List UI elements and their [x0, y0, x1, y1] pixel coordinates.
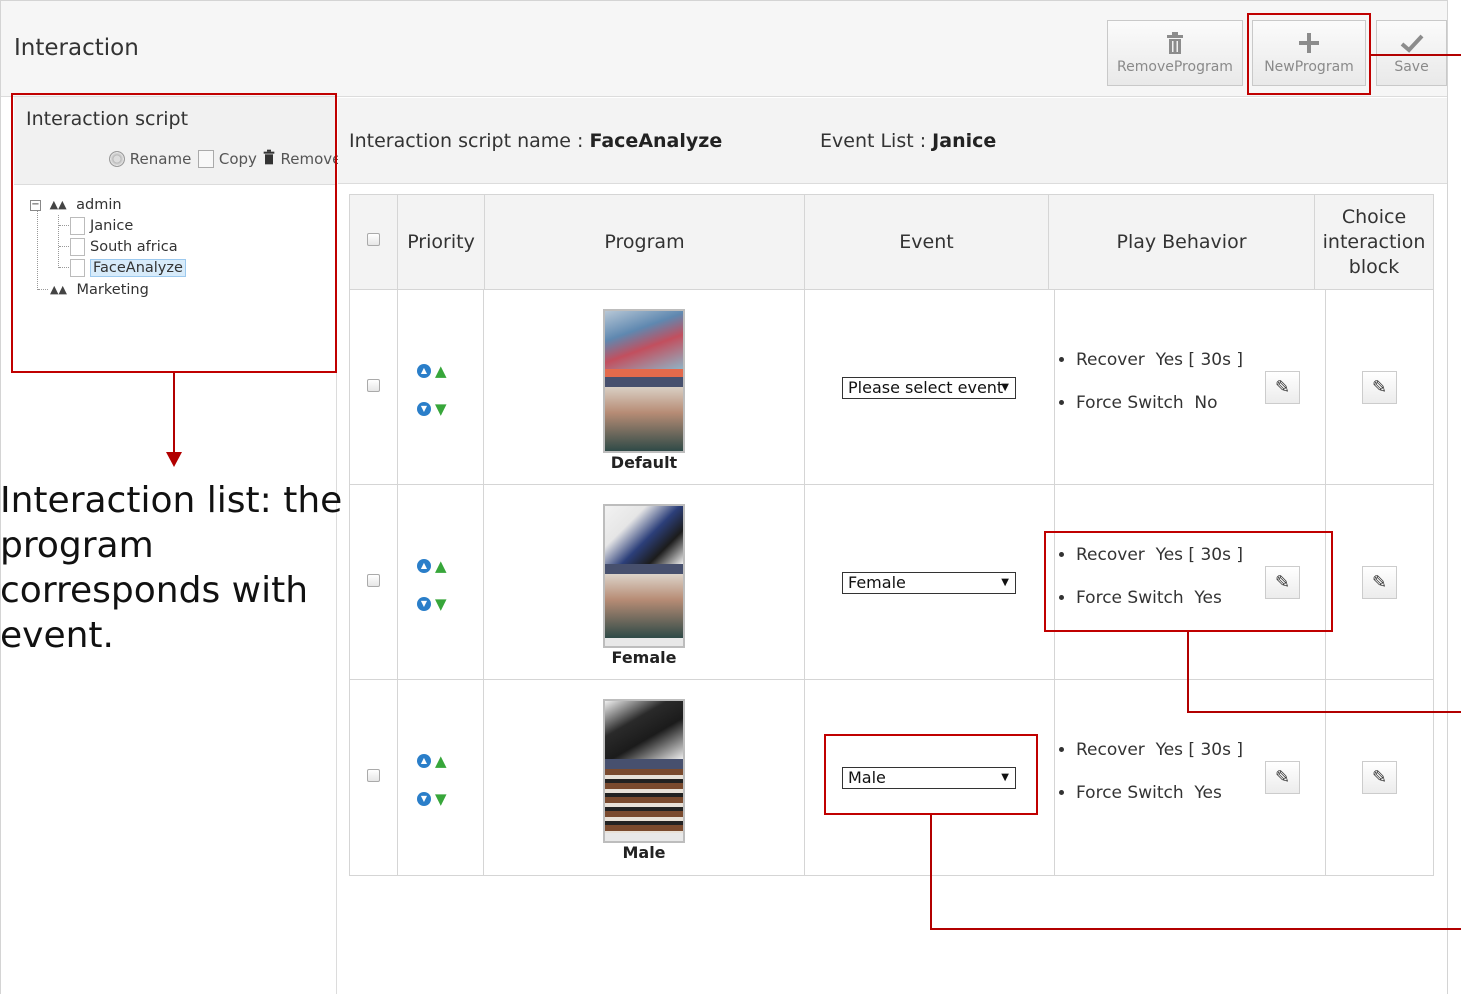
chevron-down-icon: ▼ — [1001, 382, 1009, 393]
force-switch-label: Force Switch — [1076, 393, 1184, 413]
row-checkbox[interactable] — [367, 379, 380, 392]
down-dot-icon: ▼ — [417, 401, 431, 416]
recover-item: Recover Yes [ 30s ] — [1076, 740, 1243, 783]
program-name: Default — [610, 453, 678, 472]
page-title: Interaction — [14, 35, 139, 61]
script-name-value: FaceAnalyze — [589, 130, 723, 152]
recover-value: Yes [ 30s ] — [1155, 350, 1243, 370]
annotation-box-event — [824, 734, 1038, 815]
force-switch-item: Force Switch Yes — [1076, 783, 1243, 826]
annotation-box-play-behavior — [1044, 531, 1333, 632]
annotation-connector — [930, 815, 932, 929]
arrow-down-icon: ▼ — [435, 399, 447, 418]
force-switch-item: Force Switch No — [1076, 393, 1243, 436]
program-thumbnail[interactable] — [603, 309, 685, 453]
recover-item: Recover Yes [ 30s ] — [1076, 350, 1243, 393]
move-up-button[interactable]: ▲ ▲ — [417, 360, 447, 380]
row-checkbox[interactable] — [367, 574, 380, 587]
recover-label: Recover — [1076, 740, 1145, 760]
remove-program-label: RemoveProgram — [1117, 59, 1233, 75]
script-info-bar: Interaction script name : FaceAnalyze Ev… — [338, 98, 1447, 184]
header-checkbox-cell — [350, 195, 398, 290]
thumbnail-banner — [605, 564, 683, 574]
annotation-arrow-icon — [166, 452, 182, 467]
annotation-text: Interaction list: the program correspond… — [0, 480, 343, 656]
row-checkbox[interactable] — [367, 769, 380, 782]
annotation-connector — [1371, 54, 1461, 56]
down-dot-icon: ▼ — [417, 596, 431, 611]
program-name: Female — [611, 648, 677, 667]
pencil-icon: ✎ — [1274, 377, 1291, 398]
program-thumbnail[interactable] — [603, 504, 685, 648]
pencil-icon: ✎ — [1274, 767, 1291, 788]
table-row: ▲▲ ▼▼ Default Please select event▼ Recov… — [350, 290, 1433, 485]
edit-choice-block-button[interactable]: ✎ — [1362, 761, 1397, 794]
play-behavior-list: Recover Yes [ 30s ] Force Switch No — [1060, 350, 1243, 436]
play-behavior-list: Recover Yes [ 30s ] Force Switch Yes — [1060, 740, 1243, 826]
edit-play-behavior-button[interactable]: ✎ — [1265, 761, 1300, 794]
edit-choice-block-button[interactable]: ✎ — [1362, 371, 1397, 404]
save-button[interactable]: Save — [1376, 20, 1447, 86]
annotation-connector — [1187, 711, 1461, 713]
remove-program-button[interactable]: RemoveProgram — [1107, 20, 1243, 86]
annotation-connector — [930, 928, 1461, 930]
pencil-icon: ✎ — [1371, 377, 1388, 398]
recover-label: Recover — [1076, 350, 1145, 370]
move-up-button[interactable]: ▲ ▲ — [417, 750, 447, 770]
annotation-connector — [1187, 632, 1189, 712]
move-down-button[interactable]: ▼ ▼ — [417, 398, 447, 418]
event-list-info: Event List : Janice — [820, 130, 996, 152]
arrow-up-icon: ▲ — [435, 751, 447, 770]
chevron-down-icon: ▼ — [1001, 577, 1009, 588]
arrow-up-icon: ▲ — [435, 361, 447, 380]
event-select-value: Please select event — [848, 378, 1004, 397]
recover-value: Yes [ 30s ] — [1155, 740, 1243, 760]
program-name: Male — [622, 843, 666, 862]
force-switch-label: Force Switch — [1076, 783, 1184, 803]
pencil-icon: ✎ — [1371, 572, 1388, 593]
thumbnail-banner — [605, 759, 683, 769]
up-dot-icon: ▲ — [417, 753, 431, 768]
up-dot-icon: ▲ — [417, 363, 431, 378]
pencil-icon: ✎ — [1371, 767, 1388, 788]
thumbnail-banner — [605, 377, 683, 387]
annotation-connector — [173, 373, 175, 455]
move-down-button[interactable]: ▼ ▼ — [417, 788, 447, 808]
move-up-button[interactable]: ▲ ▲ — [417, 555, 447, 575]
col-header-choice-block[interactable]: Choice interaction block — [1315, 195, 1433, 290]
script-name-label: Interaction script name : — [349, 130, 584, 152]
select-all-checkbox[interactable] — [367, 233, 380, 246]
annotation-box-sidebar — [11, 93, 337, 373]
arrow-down-icon: ▼ — [435, 594, 447, 613]
force-switch-value: Yes — [1194, 783, 1222, 803]
col-header-event[interactable]: Event — [805, 195, 1049, 290]
edit-play-behavior-button[interactable]: ✎ — [1265, 371, 1300, 404]
trash-icon — [1108, 31, 1242, 57]
annotation-box-new-program — [1247, 13, 1371, 95]
table-header: Priority Program Event Play Behavior Cho… — [350, 195, 1433, 290]
event-list-label: Event List : — [820, 130, 927, 152]
event-select[interactable]: Female ▼ — [842, 572, 1016, 594]
col-header-program[interactable]: Program — [485, 195, 805, 290]
program-thumbnail[interactable] — [603, 699, 685, 843]
col-header-play-behavior[interactable]: Play Behavior — [1049, 195, 1315, 290]
event-select-value: Female — [848, 573, 906, 592]
arrow-down-icon: ▼ — [435, 789, 447, 808]
arrow-up-icon: ▲ — [435, 556, 447, 575]
script-name-info: Interaction script name : FaceAnalyze — [349, 130, 722, 152]
up-dot-icon: ▲ — [417, 558, 431, 573]
col-header-priority[interactable]: Priority — [398, 195, 485, 290]
save-label: Save — [1394, 59, 1429, 75]
move-down-button[interactable]: ▼ ▼ — [417, 593, 447, 613]
force-switch-value: No — [1194, 393, 1218, 413]
event-select[interactable]: Please select event ▼ — [842, 377, 1016, 399]
edit-choice-block-button[interactable]: ✎ — [1362, 566, 1397, 599]
down-dot-icon: ▼ — [417, 791, 431, 806]
event-list-value: Janice — [932, 130, 997, 152]
